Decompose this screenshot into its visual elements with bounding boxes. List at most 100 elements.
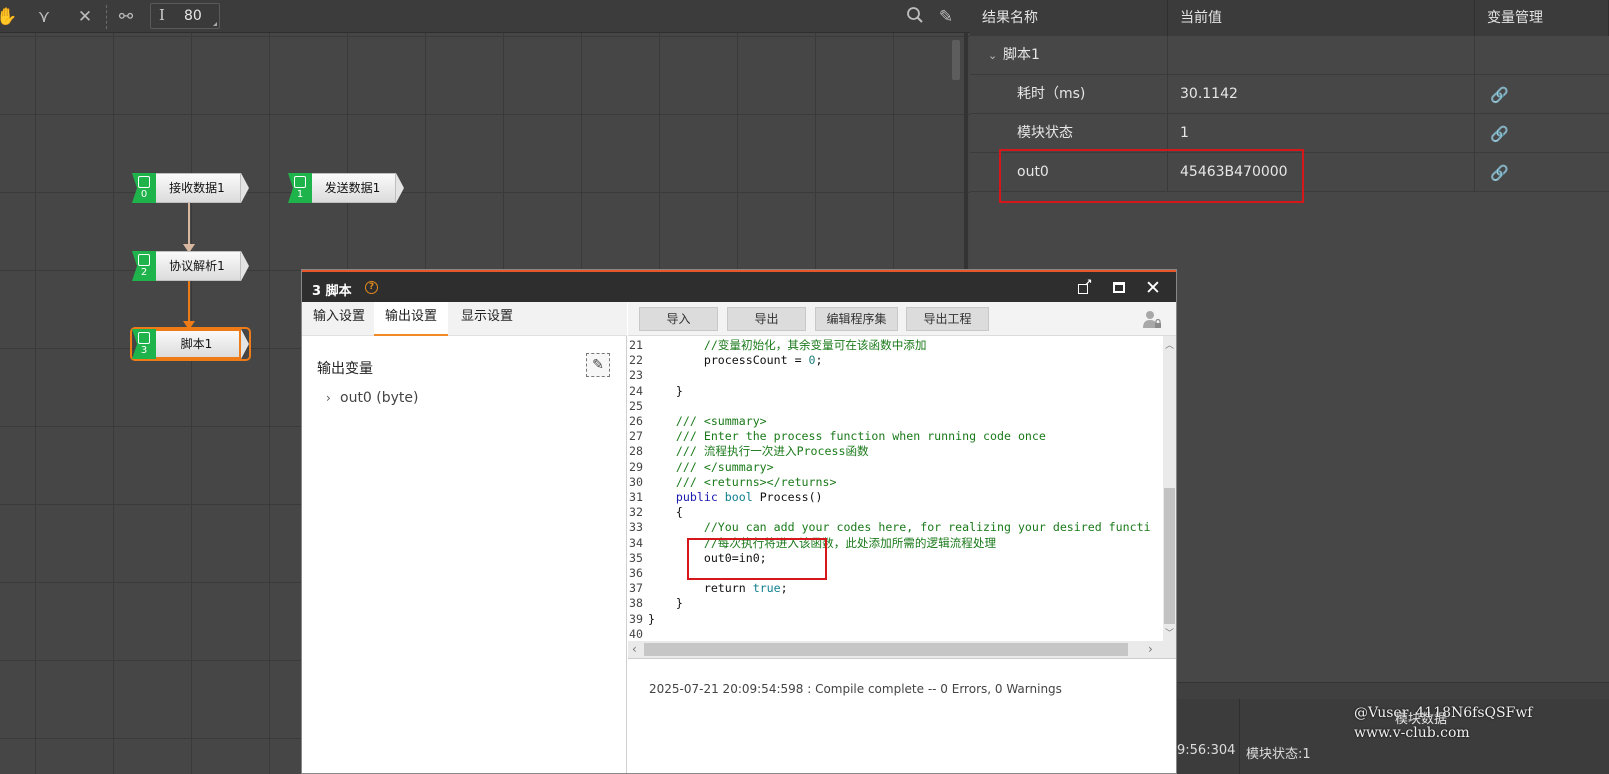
hand-icon[interactable]: ✋ [0,6,18,28]
line-number: 32 [629,505,643,520]
tab-input-settings[interactable]: 输入设置 [302,302,376,336]
link-icon[interactable]: 🔗 [1490,164,1509,182]
flow-node-protocol-parse[interactable]: 协议解析1 2 [132,251,249,281]
close-icon[interactable]: ✕ [1143,278,1163,298]
code-line: 24 } [628,384,683,399]
settings-pane: 输入设置 输出设置 显示设置 输出变量 ✎ › out0 (byte) [302,302,627,773]
scroll-right-icon[interactable]: › [1148,642,1153,656]
log-text: 模块状态:1 [1246,747,1311,762]
code-token: /// <returns></returns> [675,474,837,489]
maximize-icon[interactable] [1109,278,1129,298]
col-header-name[interactable]: 结果名称 [970,0,1168,36]
send-icon [294,176,306,188]
chevron-right-icon[interactable]: › [326,391,340,405]
node-index: 2 [140,267,148,278]
dialog-title-bar[interactable]: 3 脚本 ? ↗ ✕ [302,270,1176,302]
code-editor[interactable]: 21 //变量初始化，其余变量可在该函数中添加 22 processCount =… [628,336,1162,641]
scroll-left-icon[interactable]: ‹ [632,642,637,656]
line-number: 33 [629,520,643,535]
connector-line [188,203,190,247]
export-project-button[interactable]: 导出工程 [906,307,989,331]
pencil-icon[interactable]: ✎ [935,6,957,28]
result-row[interactable]: 模块状态 1 🔗 [970,114,1609,153]
code-line: 33 //You can add your codes here, for re… [628,520,1151,535]
code-toolbar: 导入 导出 编辑程序集 导出工程 [628,302,1176,336]
scroll-up-icon[interactable]: ︿ [1165,338,1174,351]
compile-status: 2025-07-21 20:09:54:598 : Compile comple… [649,682,1062,696]
scroll-down-icon[interactable]: ﹀ [1165,626,1174,639]
code-token: return [703,581,753,596]
result-name: 耗时（ms) [1017,86,1086,102]
code-token: ; [815,353,823,368]
flow-node-script[interactable]: 脚本1 3 [130,327,251,361]
import-button[interactable]: 导入 [639,307,718,331]
line-number: 40 [629,626,643,641]
code-token: processCount = [703,353,809,368]
canvas-scrollbar[interactable] [952,40,960,80]
user-lock-icon[interactable] [1142,309,1162,329]
popout-icon[interactable]: ↗ [1074,278,1094,298]
edit-variables-button[interactable]: ✎ [586,353,610,377]
code-token: ; [780,581,788,596]
zoom-value: 80 [184,8,202,24]
divider [628,658,1176,659]
code-line: 36 [628,566,648,581]
line-number: 26 [629,414,643,428]
code-token: { [675,505,683,520]
scroll-thumb[interactable] [644,643,1128,656]
code-line: 32 { [628,505,683,520]
node-label: 脚本1 [154,329,241,359]
dialog-title: 3 脚本 [312,284,352,299]
merge-icon[interactable]: ⋎ [33,6,55,28]
resize-corner-icon [213,22,217,26]
node-tip [241,329,249,359]
node-index: 0 [140,189,148,200]
result-group-row[interactable]: ⌄ 脚本1 [970,36,1609,75]
code-token: //You can add your codes here, for reali… [703,520,1151,535]
output-variable-label: out0 (byte) [340,390,419,406]
node-index: 1 [296,189,304,200]
tab-output-settings[interactable]: 输出设置 [374,302,449,336]
log-time: 9:56:304 [1177,743,1236,758]
edit-assembly-button[interactable]: 编辑程序集 [815,307,898,331]
node-tip [241,173,249,203]
output-variable-item[interactable]: › out0 (byte) [326,390,418,406]
code-horizontal-scrollbar[interactable]: ‹ › [628,641,1176,658]
col-header-value[interactable]: 当前值 [1168,0,1475,36]
log-toolbar [1177,643,1609,683]
scroll-thumb[interactable] [1164,488,1175,624]
search-icon[interactable] [904,6,926,28]
zoom-input[interactable]: I 80 [150,3,220,29]
flow-node-send-data[interactable]: 发送数据1 1 [288,173,404,203]
line-number: 22 [629,353,643,368]
cut-icon[interactable]: ✕ [74,6,96,28]
result-value: 30.1142 [1180,86,1238,102]
code-vertical-scrollbar[interactable]: ︿ ﹀ [1163,336,1176,641]
help-icon[interactable]: ? [365,281,378,294]
col-divider [1239,699,1240,774]
flow-node-receive-data[interactable]: 接收数据1 0 [132,173,249,203]
code-token: //变量初始化，其余变量可在该函数中添加 [703,338,927,352]
link-icon[interactable]: 🔗 [1490,86,1509,104]
result-row[interactable]: 耗时（ms) 30.1142 🔗 [970,75,1609,114]
tab-display-settings[interactable]: 显示设置 [450,302,524,336]
line-number: 23 [629,368,643,383]
watermark: @Vuser_4118N6fsQSFwf www.v-club.com [1354,703,1533,743]
chevron-down-icon[interactable]: ⌄ [988,36,997,75]
export-button[interactable]: 导出 [727,307,806,331]
link-icon[interactable]: ⚯ [115,6,137,28]
code-line: 23 [628,368,648,383]
code-line: 28 /// 流程执行一次进入Process函数 [628,444,869,459]
link-icon[interactable]: 🔗 [1490,125,1509,143]
output-variables-title: 输出变量 [317,361,373,377]
code-token: } [648,611,655,626]
line-number: 29 [629,459,643,474]
col-header-manage[interactable]: 变量管理 [1475,0,1609,36]
